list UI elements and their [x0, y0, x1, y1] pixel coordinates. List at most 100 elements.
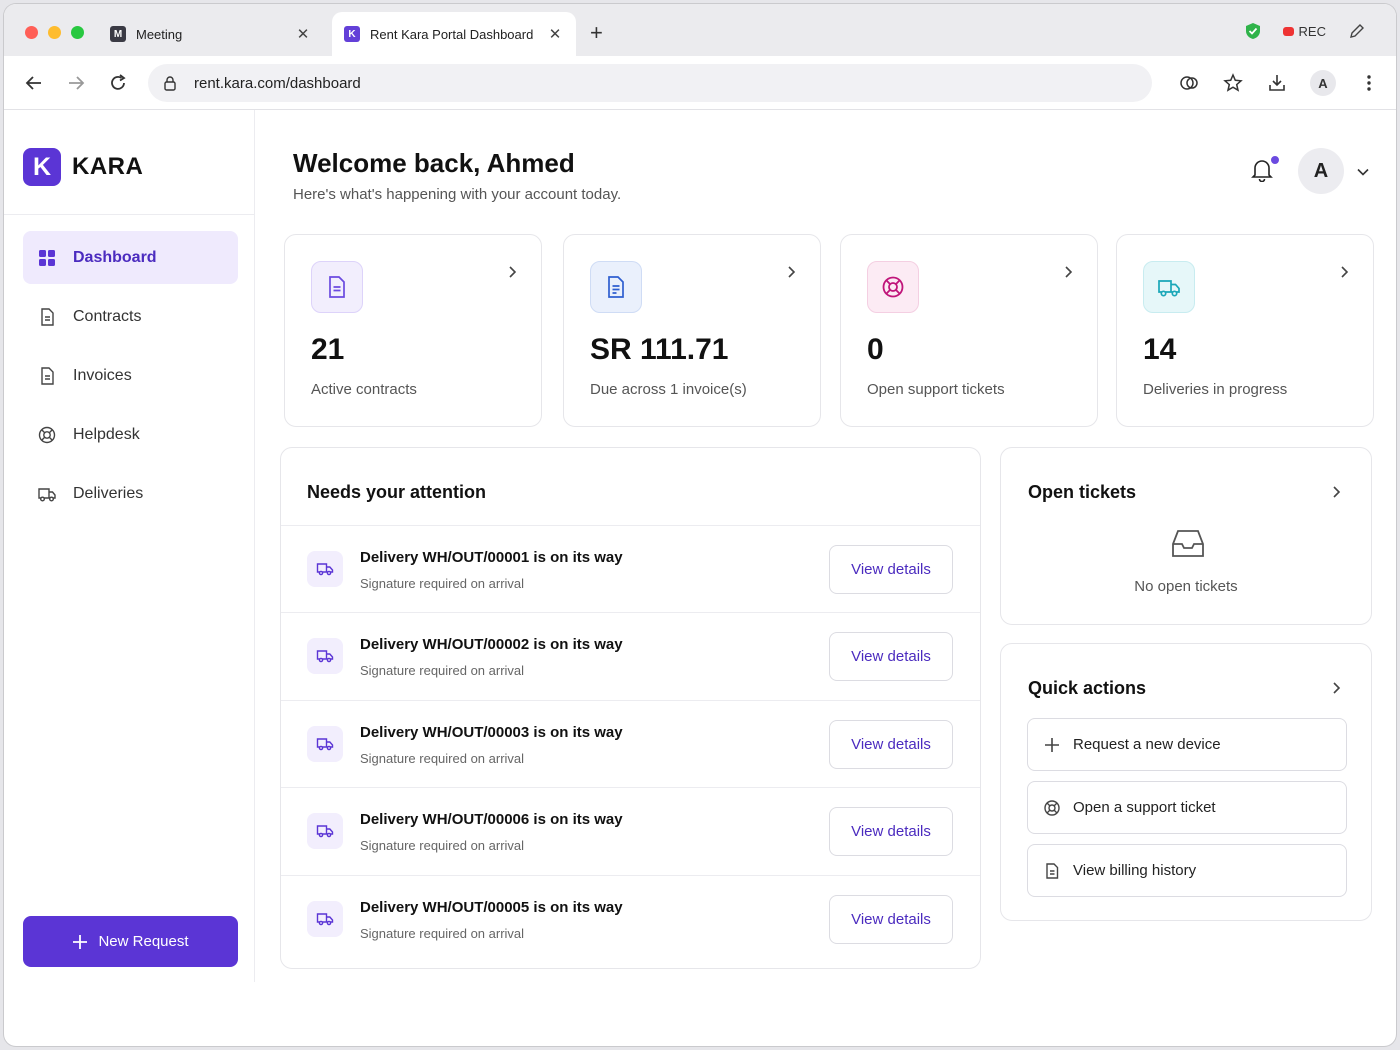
view-details-button[interactable]: View details	[829, 545, 953, 594]
quick-action-label: Request a new device	[1073, 736, 1221, 753]
list-item: Delivery WH/OUT/00006 is on its way Signa…	[281, 787, 980, 874]
attention-item-subtitle: Signature required on arrival	[360, 838, 525, 854]
tab-strip-extras: REC	[1245, 22, 1366, 40]
attention-panel: Needs your attention Delivery WH/OUT/000…	[280, 447, 981, 969]
document-icon	[1046, 862, 1059, 879]
plus-icon	[1045, 737, 1059, 752]
sidebar-item-deliveries[interactable]: Deliveries	[23, 467, 238, 520]
main-content: Welcome back, Ahmed Here's what's happen…	[255, 110, 1396, 1046]
lock-icon[interactable]	[162, 75, 178, 91]
sidebar-item-contracts[interactable]: Contracts	[23, 290, 238, 343]
back-arrow-icon[interactable]	[24, 73, 44, 93]
browser-toolbar: rent.kara.com/dashboard A	[4, 56, 1396, 110]
close-tab-icon[interactable]: ✕	[546, 25, 564, 43]
stat-label: Deliveries in progress	[1143, 381, 1288, 398]
brand-name: KARA	[72, 153, 144, 180]
minimize-window-button[interactable]	[48, 26, 61, 39]
sidebar-item-helpdesk[interactable]: Helpdesk	[23, 408, 238, 461]
lifebuoy-icon	[38, 426, 56, 443]
view-details-button[interactable]: View details	[829, 807, 953, 857]
stat-card-contracts[interactable]: 21 Active contracts	[284, 234, 542, 427]
sidebar-item-label: Deliveries	[73, 484, 144, 502]
chevron-right-icon	[509, 266, 517, 278]
address-bar[interactable]: rent.kara.com/dashboard	[148, 64, 1152, 102]
open-tickets-panel: Open tickets No open tickets	[1000, 447, 1372, 625]
inbox-icon	[1172, 530, 1204, 557]
attention-title: Needs your attention	[307, 482, 487, 502]
brand[interactable]: K KARA	[23, 148, 143, 186]
stat-card-deliveries[interactable]: 14 Deliveries in progress	[1116, 234, 1374, 427]
empty-state-text: No open tickets	[1134, 578, 1238, 595]
rec-indicator[interactable]: REC	[1282, 24, 1326, 39]
sidebar-item-dashboard[interactable]: Dashboard	[23, 231, 238, 284]
stat-value: 0	[867, 333, 884, 366]
delivery-icon-wrap	[307, 638, 343, 675]
download-icon[interactable]	[1266, 72, 1288, 94]
sidebar: K KARA Dashboard Contracts Invoices Help…	[4, 110, 255, 982]
browser-window: M Meeting ✕ K Rent Kara Portal Dashboard…	[4, 4, 1396, 1046]
more-menu-icon[interactable]	[1358, 72, 1380, 94]
record-icon	[1282, 26, 1294, 36]
grid-icon	[39, 249, 55, 266]
open-tickets-title[interactable]: Open tickets	[1028, 482, 1136, 503]
document-icon	[41, 366, 54, 385]
tab-dashboard[interactable]: K Rent Kara Portal Dashboard ✕	[332, 12, 576, 56]
sidebar-nav: Dashboard Contracts Invoices Helpdesk De…	[23, 231, 238, 526]
delivery-icon-wrap	[307, 725, 343, 762]
avatar[interactable]: A	[1298, 148, 1344, 194]
stat-card-invoices[interactable]: SR 111.71 Due across 1 invoice(s)	[563, 234, 821, 427]
close-window-button[interactable]	[25, 26, 38, 39]
chevron-right-icon[interactable]	[1329, 485, 1343, 499]
tab-meeting[interactable]: M Meeting ✕	[98, 12, 324, 56]
billing-history-button[interactable]: View billing history	[1027, 844, 1347, 897]
stat-label: Due across 1 invoice(s)	[590, 381, 747, 398]
truck-icon	[316, 825, 334, 838]
truck-icon	[316, 738, 334, 751]
sidebar-item-label: Dashboard	[73, 248, 157, 266]
view-details-button[interactable]: View details	[829, 632, 953, 682]
chevron-right-icon[interactable]	[1329, 681, 1343, 695]
tab-title: Meeting	[136, 26, 183, 42]
reload-icon[interactable]	[108, 73, 128, 93]
sidebar-item-label: Helpdesk	[73, 425, 140, 443]
browser-profile-avatar[interactable]: A	[1310, 70, 1336, 96]
stat-card-tickets[interactable]: 0 Open support tickets	[840, 234, 1098, 427]
stat-value: SR 111.71	[590, 333, 729, 366]
zoom-window-button[interactable]	[71, 26, 84, 39]
sidebar-item-invoices[interactable]: Invoices	[23, 349, 238, 402]
attention-item-title: Delivery WH/OUT/00005 is on its way	[360, 898, 623, 916]
bookmark-star-icon[interactable]	[1222, 72, 1244, 94]
truck-icon	[316, 912, 334, 925]
attention-item-subtitle: Signature required on arrival	[360, 663, 525, 679]
lifebuoy-icon	[1044, 799, 1060, 816]
attention-item-subtitle: Signature required on arrival	[360, 925, 525, 941]
new-request-button[interactable]: New Request	[23, 916, 238, 967]
edit-pencil-icon[interactable]	[1348, 22, 1366, 40]
view-details-button[interactable]: View details	[829, 719, 953, 769]
sync-icon[interactable]	[1178, 72, 1200, 94]
url-text: rent.kara.com/dashboard	[194, 74, 361, 92]
stat-label: Open support tickets	[867, 381, 1005, 398]
quick-action-label: View billing history	[1073, 862, 1197, 879]
page-subtitle: Here's what's happening with your accoun…	[293, 186, 622, 203]
truck-icon	[316, 650, 334, 663]
attention-item-title: Delivery WH/OUT/00006 is on its way	[360, 811, 623, 829]
stat-icon-wrap	[867, 261, 919, 313]
forward-arrow-icon[interactable]	[66, 73, 86, 93]
attention-item-subtitle: Signature required on arrival	[360, 576, 525, 591]
attention-item-title: Delivery WH/OUT/00003 is on its way	[360, 723, 623, 741]
stat-value: 14	[1143, 333, 1177, 366]
quick-actions-title[interactable]: Quick actions	[1028, 678, 1146, 699]
sidebar-item-label: Contracts	[73, 307, 142, 325]
request-device-button[interactable]: Request a new device	[1027, 718, 1347, 771]
new-tab-icon[interactable]: +	[590, 20, 603, 46]
shield-icon[interactable]	[1245, 22, 1261, 40]
close-tab-icon[interactable]: ✕	[294, 25, 312, 43]
view-details-button[interactable]: View details	[829, 894, 953, 944]
lifebuoy-icon	[882, 276, 904, 298]
chevron-down-icon[interactable]	[1356, 165, 1370, 179]
stat-icon-wrap	[311, 261, 363, 313]
open-ticket-button[interactable]: Open a support ticket	[1027, 781, 1347, 834]
plus-icon	[73, 934, 88, 949]
stat-value: 21	[311, 333, 345, 366]
